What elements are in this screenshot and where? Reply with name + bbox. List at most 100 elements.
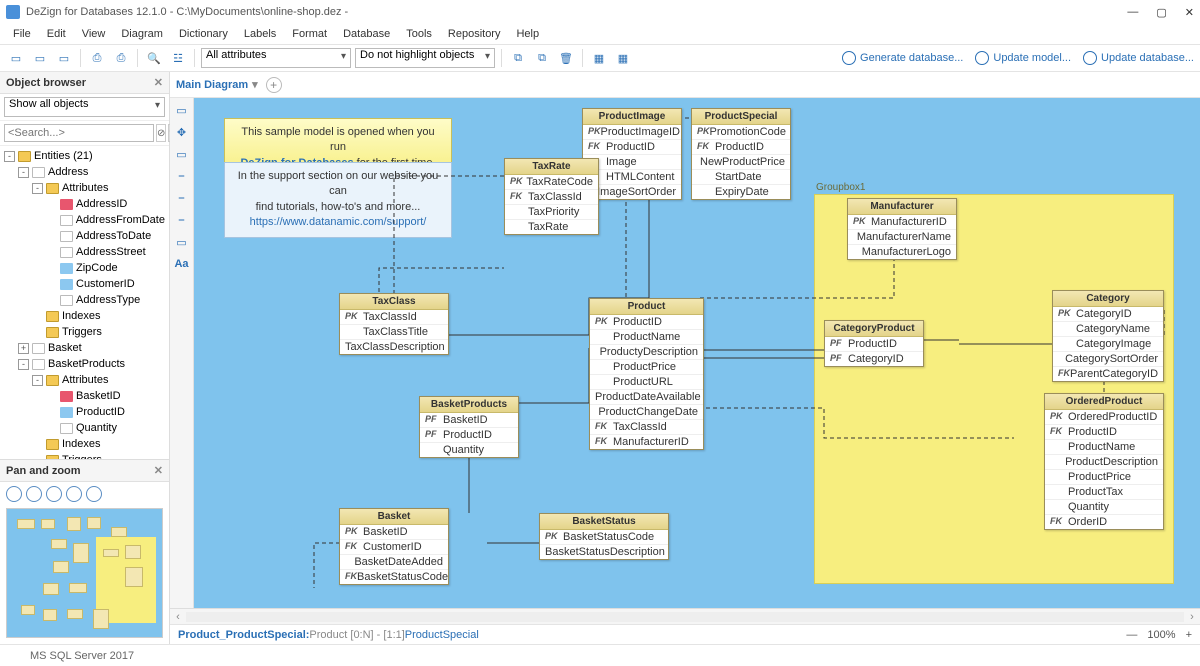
clear-search-icon[interactable]: ⊘ [156, 124, 166, 142]
search-icon[interactable]: 🔍 [144, 48, 164, 68]
relation3-tool-icon[interactable]: ⎯ [174, 212, 190, 228]
tree-item[interactable]: Quantity [0, 420, 169, 436]
search-input[interactable] [4, 124, 154, 142]
new-icon[interactable]: ▭ [6, 48, 26, 68]
menu-database[interactable]: Database [336, 26, 397, 42]
save-icon[interactable]: ▭ [54, 48, 74, 68]
entity-productspecial[interactable]: ProductSpecialPKPromotionCodeFKProductID… [691, 108, 791, 200]
tree-item[interactable]: AddressType [0, 292, 169, 308]
tree-item[interactable]: Triggers [0, 324, 169, 340]
entity-row: CategoryImage [1053, 337, 1163, 352]
generate-database-button[interactable]: Generate database... [842, 51, 963, 65]
settings-icon[interactable]: ☳ [168, 48, 188, 68]
menu-repository[interactable]: Repository [441, 26, 508, 42]
menu-labels[interactable]: Labels [237, 26, 283, 42]
paste-icon[interactable]: ⧉ [532, 48, 552, 68]
zoom-fit-icon[interactable] [46, 486, 62, 502]
tree-item[interactable]: BasketID [0, 388, 169, 404]
print-icon[interactable]: ⎙ [87, 48, 107, 68]
menu-help[interactable]: Help [509, 26, 546, 42]
menu-tools[interactable]: Tools [399, 26, 439, 42]
zoom-100-icon[interactable] [66, 486, 82, 502]
collapse-icon[interactable]: - [32, 183, 43, 194]
tree-item[interactable]: AddressToDate [0, 228, 169, 244]
entity-categoryproduct[interactable]: CategoryProductPFProductIDPFCategoryID [824, 320, 924, 367]
distribute-icon[interactable]: ▦ [613, 48, 633, 68]
entity-taxclass[interactable]: TaxClassPKTaxClassIdTaxClassTitleTaxClas… [339, 293, 449, 355]
menu-dictionary[interactable]: Dictionary [172, 26, 235, 42]
update-database-button[interactable]: Update database... [1083, 51, 1194, 65]
copy-icon[interactable]: ⧉ [508, 48, 528, 68]
tree-item[interactable]: -BasketProducts [0, 356, 169, 372]
tree-item[interactable]: AddressID [0, 196, 169, 212]
tree-item[interactable]: Indexes [0, 308, 169, 324]
zoom-in-icon[interactable] [6, 486, 22, 502]
expand-icon[interactable]: + [18, 343, 29, 354]
tab-main-diagram[interactable]: Main Diagram ▾ [176, 78, 258, 91]
entity-category[interactable]: CategoryPKCategoryIDCategoryNameCategory… [1052, 290, 1164, 382]
tree-item[interactable]: +Basket [0, 340, 169, 356]
note-support[interactable]: In the support section on our website yo… [224, 162, 452, 238]
tree-item[interactable]: Indexes [0, 436, 169, 452]
menu-format[interactable]: Format [285, 26, 334, 42]
delete-icon[interactable]: 🗑 [556, 48, 576, 68]
horizontal-scrollbar[interactable]: ‹› [170, 608, 1200, 624]
tree-item[interactable]: ZipCode [0, 260, 169, 276]
entity-product[interactable]: ProductPKProductIDProductNameProductyDes… [589, 298, 704, 450]
entity-row: StartDate [692, 170, 790, 185]
menu-file[interactable]: File [6, 26, 38, 42]
entity-manufacturer[interactable]: ManufacturerPKManufacturerIDManufacturer… [847, 198, 957, 260]
menu-diagram[interactable]: Diagram [114, 26, 170, 42]
key-prefix [1050, 501, 1068, 513]
zoom-out-icon[interactable] [26, 486, 42, 502]
menu-view[interactable]: View [75, 26, 113, 42]
entity-tool-icon[interactable]: ▭ [174, 146, 190, 162]
zoom-out-button[interactable]: — [1126, 629, 1137, 641]
collapse-icon[interactable]: - [32, 375, 43, 386]
relation2-tool-icon[interactable]: ⎯ [174, 190, 190, 206]
open-icon[interactable]: ▭ [30, 48, 50, 68]
print-preview-icon[interactable]: ⎙ [111, 48, 131, 68]
entity-taxrate[interactable]: TaxRatePKTaxRateCodeFKTaxClassIdTaxPrior… [504, 158, 599, 235]
entity-orderedproduct[interactable]: OrderedProductPKOrderedProductIDFKProduc… [1044, 393, 1164, 530]
update-model-button[interactable]: Update model... [975, 51, 1071, 65]
close-button[interactable]: ✕ [1185, 6, 1194, 19]
tree-item[interactable]: -Entities (21) [0, 148, 169, 164]
collapse-icon[interactable]: - [4, 151, 15, 162]
attributes-select[interactable]: All attributes [201, 48, 351, 68]
minimize-button[interactable]: — [1127, 6, 1138, 19]
support-link[interactable]: https://www.datanamic.com/support/ [250, 216, 427, 228]
show-objects-select[interactable]: Show all objects [4, 97, 165, 117]
collapse-icon[interactable]: - [18, 167, 29, 178]
collapse-icon[interactable]: - [18, 359, 29, 370]
tree-item[interactable]: AddressStreet [0, 244, 169, 260]
minimap[interactable] [6, 508, 163, 638]
tree-item[interactable]: -Address [0, 164, 169, 180]
tree-item[interactable]: Triggers [0, 452, 169, 459]
move-tool-icon[interactable]: ✥ [174, 124, 190, 140]
zoom-region-icon[interactable] [86, 486, 102, 502]
object-tree[interactable]: -Entities (21)-Address-AttributesAddress… [0, 146, 169, 459]
highlight-select[interactable]: Do not highlight objects [355, 48, 495, 68]
zoom-in-button[interactable]: + [1186, 629, 1192, 641]
maximize-button[interactable]: ▢ [1156, 6, 1166, 19]
attr-name: ProductyDescription [600, 346, 698, 358]
text-tool-icon[interactable]: Aa [174, 256, 190, 272]
tree-item[interactable]: -Attributes [0, 372, 169, 388]
entity-basket[interactable]: BasketPKBasketIDFKCustomerIDBasketDateAd… [339, 508, 449, 585]
tree-item[interactable]: -Attributes [0, 180, 169, 196]
diagram-canvas[interactable]: Groupbox1 This sample model is opened wh… [194, 98, 1200, 608]
panzoom-close-icon[interactable]: ✕ [154, 464, 163, 477]
tree-item[interactable]: ProductID [0, 404, 169, 420]
pointer-tool-icon[interactable]: ▭ [174, 102, 190, 118]
tree-item[interactable]: CustomerID [0, 276, 169, 292]
note-tool-icon[interactable]: ▭ [174, 234, 190, 250]
menu-edit[interactable]: Edit [40, 26, 73, 42]
panel-close-icon[interactable]: ✕ [154, 76, 163, 89]
entity-basketstatus[interactable]: BasketStatusPKBasketStatusCodeBasketStat… [539, 513, 669, 560]
tree-item[interactable]: AddressFromDate [0, 212, 169, 228]
add-tab-button[interactable]: + [266, 77, 282, 93]
entity-basketproducts[interactable]: BasketProductsPFBasketIDPFProductIDQuant… [419, 396, 519, 458]
relation1-tool-icon[interactable]: ⎯ [174, 168, 190, 184]
align-icon[interactable]: ▦ [589, 48, 609, 68]
